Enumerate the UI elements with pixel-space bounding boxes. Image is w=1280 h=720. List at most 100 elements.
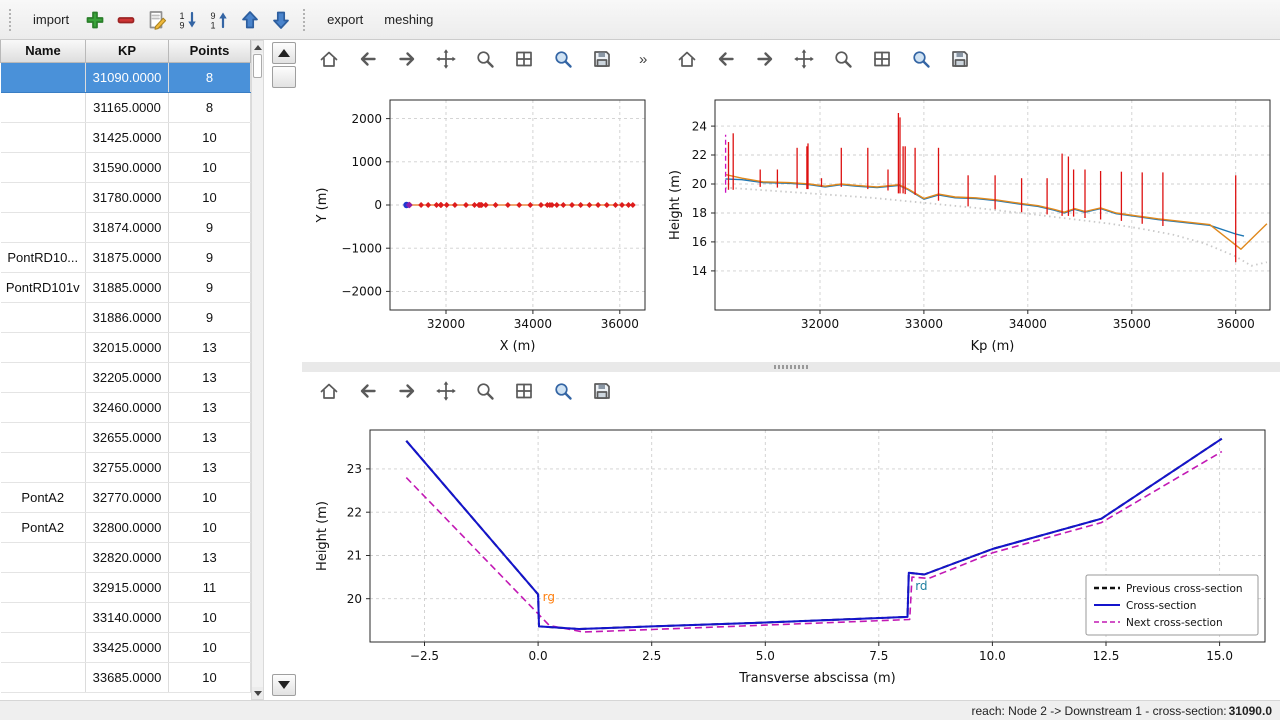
- column-header-kp[interactable]: KP: [86, 40, 169, 62]
- subplots-icon: [513, 48, 535, 70]
- svg-text:1: 1: [211, 20, 216, 30]
- forward-button[interactable]: [750, 44, 780, 74]
- table-row[interactable]: 32820.000013: [1, 542, 251, 572]
- panel-scrollbar-thumb[interactable]: [272, 66, 296, 88]
- subplots-button[interactable]: [867, 44, 897, 74]
- customize-button[interactable]: [548, 376, 578, 406]
- cell-points: 9: [169, 212, 251, 242]
- table-row[interactable]: 32205.000013: [1, 362, 251, 392]
- zoom-button[interactable]: [470, 44, 500, 74]
- cell-points: 9: [169, 302, 251, 332]
- back-icon: [715, 48, 737, 70]
- save-button[interactable]: [587, 376, 617, 406]
- subplots-button[interactable]: [509, 44, 539, 74]
- cell-name: [1, 602, 86, 632]
- splitter-handle-icon: [774, 365, 808, 369]
- home-button[interactable]: [314, 376, 344, 406]
- svg-text:18: 18: [692, 206, 707, 220]
- table-row[interactable]: 31874.00009: [1, 212, 251, 242]
- table-row[interactable]: PontA232770.000010: [1, 482, 251, 512]
- customize-button[interactable]: [906, 44, 936, 74]
- svg-text:32000: 32000: [801, 317, 839, 331]
- cell-kp: 32460.0000: [86, 392, 169, 422]
- meshing-button[interactable]: meshing: [375, 7, 442, 32]
- back-button[interactable]: [711, 44, 741, 74]
- home-button[interactable]: [672, 44, 702, 74]
- cell-points: 10: [169, 152, 251, 182]
- toolbar-grip[interactable]: [9, 9, 16, 31]
- panel-scroll-down-button[interactable]: [272, 674, 296, 696]
- remove-cross-section-button[interactable]: [112, 6, 140, 34]
- table-row[interactable]: 31425.000010: [1, 122, 251, 152]
- column-header-name[interactable]: Name: [1, 40, 86, 62]
- table-row[interactable]: 31165.00008: [1, 92, 251, 122]
- table-row[interactable]: 33140.000010: [1, 602, 251, 632]
- panel-scrollbar[interactable]: [270, 40, 300, 700]
- table-row[interactable]: PontRD101v31885.00009: [1, 272, 251, 302]
- table-row[interactable]: 32460.000013: [1, 392, 251, 422]
- back-button[interactable]: [353, 44, 383, 74]
- move-up-button[interactable]: [236, 6, 264, 34]
- horizontal-splitter[interactable]: [302, 362, 1280, 372]
- cell-points: 10: [169, 482, 251, 512]
- pan-button[interactable]: [789, 44, 819, 74]
- zoom-button[interactable]: [470, 376, 500, 406]
- svg-text:−2.5: −2.5: [410, 649, 439, 663]
- sort-descending-button[interactable]: 19: [174, 6, 202, 34]
- table-row[interactable]: 33685.000010: [1, 662, 251, 692]
- cell-name: [1, 662, 86, 692]
- cell-points: 13: [169, 332, 251, 362]
- table-row[interactable]: 31886.00009: [1, 302, 251, 332]
- pan-button[interactable]: [431, 44, 461, 74]
- toolbar-overflow-button[interactable]: »: [633, 49, 653, 70]
- forward-button[interactable]: [392, 44, 422, 74]
- table-row[interactable]: 32015.000013: [1, 332, 251, 362]
- table-row[interactable]: 32915.000011: [1, 572, 251, 602]
- scroll-up-button[interactable]: [252, 41, 263, 53]
- cell-name: PontA2: [1, 482, 86, 512]
- toolbar-grip[interactable]: [303, 9, 310, 31]
- save-button[interactable]: [945, 44, 975, 74]
- cell-kp: 33140.0000: [86, 602, 169, 632]
- back-button[interactable]: [353, 376, 383, 406]
- table-row[interactable]: PontA232800.000010: [1, 512, 251, 542]
- cell-points: 13: [169, 452, 251, 482]
- svg-text:X (m): X (m): [500, 339, 536, 354]
- zoom-button[interactable]: [828, 44, 858, 74]
- table-row[interactable]: 31090.00008: [1, 62, 251, 92]
- svg-text:Height (m): Height (m): [315, 501, 330, 571]
- scroll-down-button[interactable]: [252, 687, 263, 699]
- table-row[interactable]: 32655.000013: [1, 422, 251, 452]
- panel-scroll-up-button[interactable]: [272, 42, 296, 64]
- column-header-points[interactable]: Points: [169, 40, 251, 62]
- pan-icon: [793, 48, 815, 70]
- save-button[interactable]: [587, 44, 617, 74]
- longitudinal-profile-chart[interactable]: 3200033000340003500036000141618202224Kp …: [660, 78, 1280, 362]
- table-scrollbar[interactable]: [251, 40, 264, 700]
- import-button[interactable]: import: [24, 7, 78, 32]
- add-cross-section-button[interactable]: [81, 6, 109, 34]
- table-row[interactable]: PontRD10...31875.00009: [1, 242, 251, 272]
- pan-button[interactable]: [431, 376, 461, 406]
- move-down-button[interactable]: [267, 6, 295, 34]
- scrollbar-thumb[interactable]: [253, 54, 262, 78]
- svg-text:rd: rd: [915, 579, 927, 593]
- plan-view-chart[interactable]: 320003400036000−2000−1000010002000X (m)Y…: [302, 78, 660, 362]
- forward-button[interactable]: [392, 376, 422, 406]
- cross-section-chart[interactable]: −2.50.02.55.07.510.012.515.020212223Tran…: [302, 410, 1280, 702]
- cell-kp: 31875.0000: [86, 242, 169, 272]
- sort-ascending-button[interactable]: 91: [205, 6, 233, 34]
- edit-cross-section-button[interactable]: [143, 6, 171, 34]
- subplots-button[interactable]: [509, 376, 539, 406]
- table-row[interactable]: 31590.000010: [1, 152, 251, 182]
- table-row[interactable]: 32755.000013: [1, 452, 251, 482]
- export-button[interactable]: export: [318, 7, 372, 32]
- cell-name: PontA2: [1, 512, 86, 542]
- table-row[interactable]: 33425.000010: [1, 632, 251, 662]
- cell-name: [1, 212, 86, 242]
- customize-button[interactable]: [548, 44, 578, 74]
- table-row[interactable]: 31780.000010: [1, 182, 251, 212]
- home-button[interactable]: [314, 44, 344, 74]
- forward-icon: [396, 380, 418, 402]
- zoom-icon: [832, 48, 854, 70]
